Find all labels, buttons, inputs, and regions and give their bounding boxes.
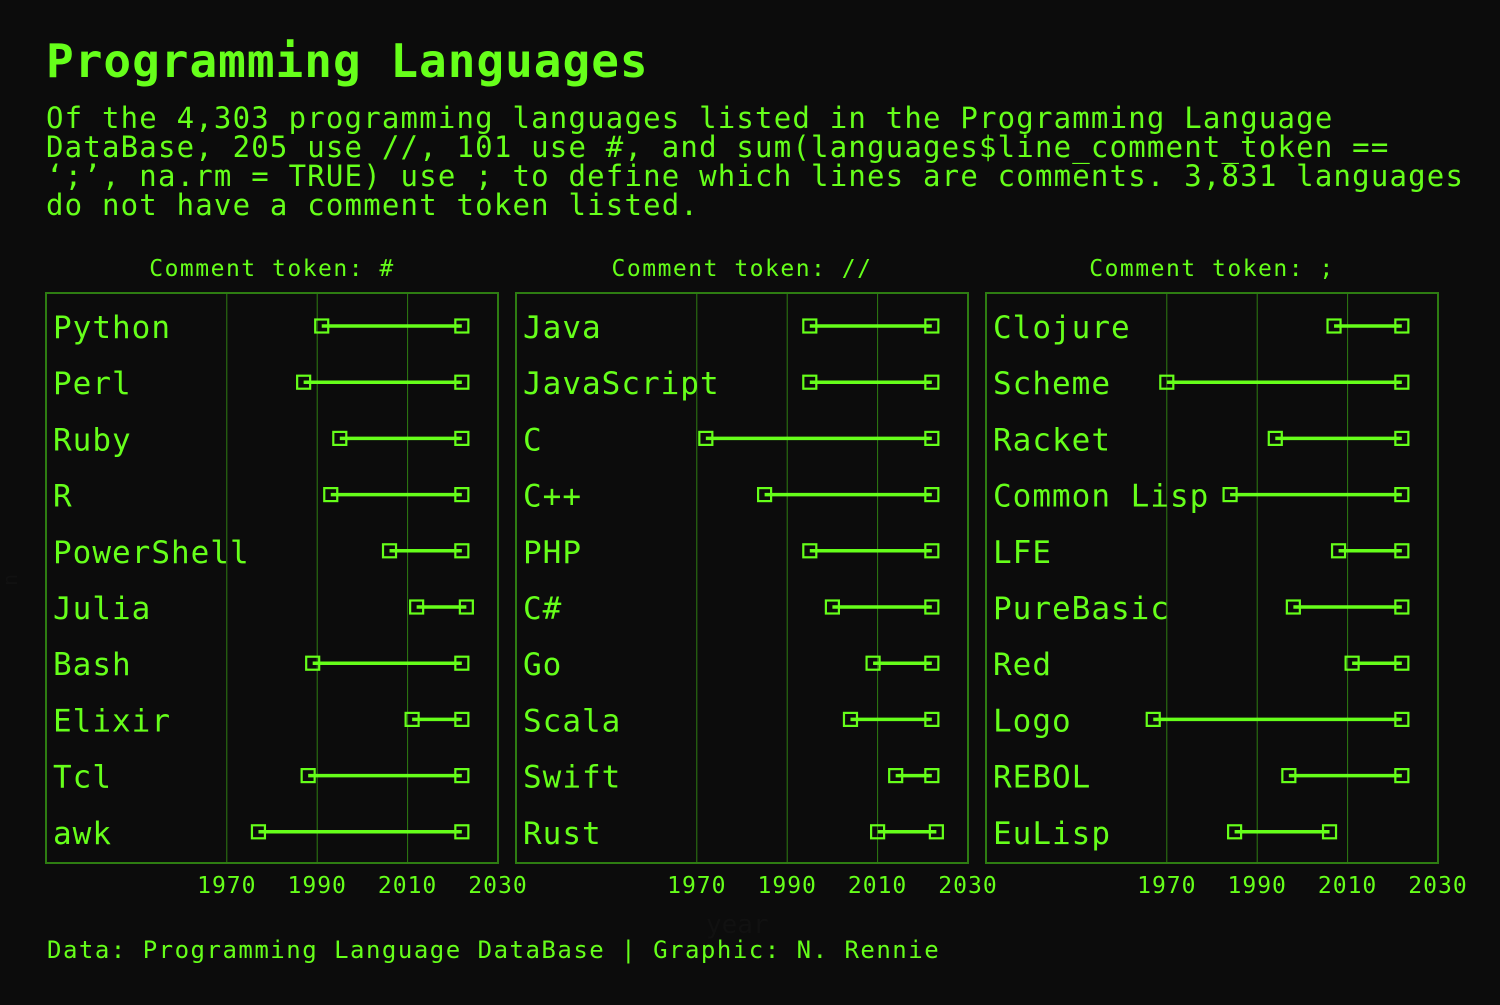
language-label: Swift (523, 760, 621, 796)
language-label: Ruby (53, 422, 132, 458)
dumbbell-chart: Comment token: # 1970 1990 2010 2030 Python Pe… (45, 256, 1467, 899)
language-label: C (523, 422, 543, 458)
x-tick-label: 2010 (848, 873, 907, 899)
language-label: Clojure (993, 310, 1131, 346)
language-label: awk (53, 816, 112, 852)
language-label: PHP (523, 535, 582, 571)
language-label: C# (523, 591, 562, 627)
language-label: Scala (523, 703, 621, 739)
x-tick-label: 2010 (378, 873, 437, 899)
language-label: Julia (53, 591, 151, 627)
x-tick-label: 1970 (1137, 873, 1196, 899)
y-axis-title: n (0, 573, 23, 587)
x-tick-label: 2030 (1408, 873, 1467, 899)
language-label: Red (993, 647, 1052, 683)
panel-strip-title: Comment token: # (149, 256, 395, 282)
language-label: REBOL (993, 760, 1091, 796)
x-tick-label: 1990 (1228, 873, 1287, 899)
language-label: LFE (993, 535, 1052, 571)
language-label: Logo (993, 703, 1072, 739)
language-label: Perl (53, 366, 132, 402)
language-label: Rust (523, 816, 602, 852)
language-label: Elixir (53, 703, 171, 739)
language-label: Racket (993, 422, 1111, 458)
x-tick-label: 1990 (288, 873, 347, 899)
language-label: PowerShell (53, 535, 250, 571)
panel-strip-title: Comment token: ; (1089, 256, 1335, 282)
panel-strip-title: Comment token: // (612, 256, 873, 282)
x-tick-label: 2030 (468, 873, 527, 899)
language-label: R (53, 479, 73, 515)
language-label: Bash (53, 647, 132, 683)
language-label: Python (53, 310, 171, 346)
x-tick-label: 1970 (197, 873, 256, 899)
language-label: EuLisp (993, 816, 1111, 852)
language-label: Common Lisp (993, 479, 1209, 515)
language-label: Go (523, 647, 562, 683)
x-tick-label: 2030 (938, 873, 997, 899)
x-tick-label: 2010 (1318, 873, 1377, 899)
language-label: PureBasic (993, 591, 1170, 627)
language-label: JavaScript (523, 366, 720, 402)
language-label: Java (523, 310, 602, 346)
language-label: Scheme (993, 366, 1111, 402)
language-label: C++ (523, 479, 582, 515)
x-tick-label: 1990 (758, 873, 817, 899)
chart-caption: Data: Programming Language DataBase | Gr… (47, 936, 941, 964)
x-tick-label: 1970 (667, 873, 726, 899)
language-label: Tcl (53, 760, 112, 796)
